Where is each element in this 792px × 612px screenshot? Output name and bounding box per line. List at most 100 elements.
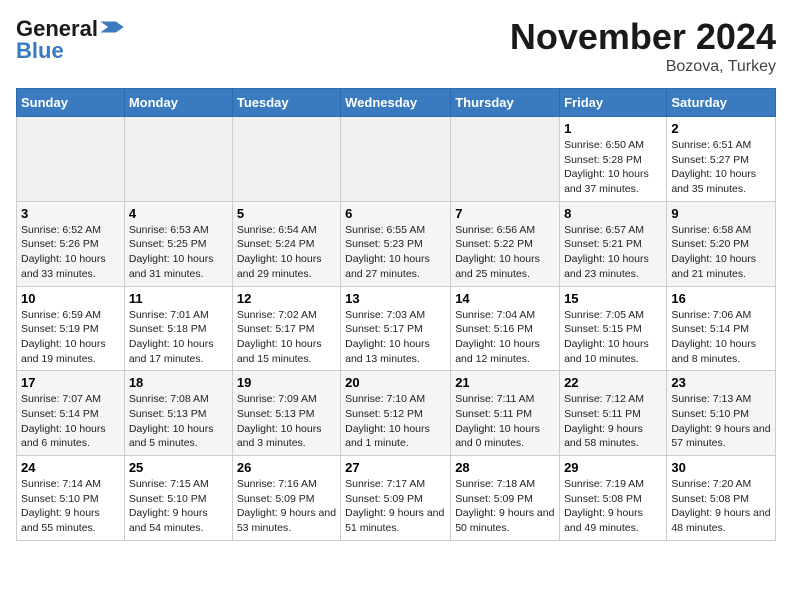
day-info: Sunrise: 6:53 AM Sunset: 5:25 PM Dayligh… <box>129 223 228 282</box>
calendar-cell: 11 Sunrise: 7:01 AM Sunset: 5:18 PM Dayli… <box>124 286 232 371</box>
day-number: 7 <box>455 206 555 221</box>
day-info: Sunrise: 6:57 AM Sunset: 5:21 PM Dayligh… <box>564 223 662 282</box>
day-number: 28 <box>455 460 555 475</box>
day-number: 17 <box>21 375 120 390</box>
calendar-header-sunday: Sunday <box>17 89 125 117</box>
calendar-cell: 24 Sunrise: 7:14 AM Sunset: 5:10 PM Dayli… <box>17 456 125 541</box>
day-number: 6 <box>345 206 446 221</box>
header: General Blue November 2024 Bozova, Turke… <box>16 16 776 76</box>
calendar-cell <box>341 117 451 202</box>
day-info: Sunrise: 6:56 AM Sunset: 5:22 PM Dayligh… <box>455 223 555 282</box>
day-info: Sunrise: 7:08 AM Sunset: 5:13 PM Dayligh… <box>129 392 228 451</box>
day-number: 26 <box>237 460 336 475</box>
title-section: November 2024 Bozova, Turkey <box>510 16 776 76</box>
day-number: 5 <box>237 206 336 221</box>
day-info: Sunrise: 7:05 AM Sunset: 5:15 PM Dayligh… <box>564 308 662 367</box>
calendar-cell: 14 Sunrise: 7:04 AM Sunset: 5:16 PM Dayli… <box>451 286 560 371</box>
calendar-cell: 9 Sunrise: 6:58 AM Sunset: 5:20 PM Daylig… <box>667 201 776 286</box>
calendar-cell <box>17 117 125 202</box>
day-info: Sunrise: 6:52 AM Sunset: 5:26 PM Dayligh… <box>21 223 120 282</box>
day-info: Sunrise: 7:19 AM Sunset: 5:08 PM Dayligh… <box>564 477 662 536</box>
calendar-cell: 2 Sunrise: 6:51 AM Sunset: 5:27 PM Daylig… <box>667 117 776 202</box>
logo-blue: Blue <box>16 38 64 64</box>
calendar-cell <box>232 117 340 202</box>
calendar-cell: 1 Sunrise: 6:50 AM Sunset: 5:28 PM Daylig… <box>560 117 667 202</box>
day-info: Sunrise: 6:55 AM Sunset: 5:23 PM Dayligh… <box>345 223 446 282</box>
calendar-table: SundayMondayTuesdayWednesdayThursdayFrid… <box>16 88 776 541</box>
day-number: 9 <box>671 206 771 221</box>
day-info: Sunrise: 6:51 AM Sunset: 5:27 PM Dayligh… <box>671 138 771 197</box>
calendar-week-row: 1 Sunrise: 6:50 AM Sunset: 5:28 PM Daylig… <box>17 117 776 202</box>
day-number: 25 <box>129 460 228 475</box>
calendar-cell: 28 Sunrise: 7:18 AM Sunset: 5:09 PM Dayli… <box>451 456 560 541</box>
day-info: Sunrise: 7:13 AM Sunset: 5:10 PM Dayligh… <box>671 392 771 451</box>
calendar-cell: 4 Sunrise: 6:53 AM Sunset: 5:25 PM Daylig… <box>124 201 232 286</box>
location: Bozova, Turkey <box>510 58 776 76</box>
day-number: 30 <box>671 460 771 475</box>
day-number: 3 <box>21 206 120 221</box>
day-number: 4 <box>129 206 228 221</box>
day-number: 21 <box>455 375 555 390</box>
day-info: Sunrise: 7:04 AM Sunset: 5:16 PM Dayligh… <box>455 308 555 367</box>
day-number: 22 <box>564 375 662 390</box>
logo: General Blue <box>16 16 124 64</box>
calendar-cell: 27Sunrise: 7:17 AM Sunset: 5:09 PM Dayli… <box>341 456 451 541</box>
day-number: 27 <box>345 460 446 475</box>
day-number: 15 <box>564 291 662 306</box>
month-title: November 2024 <box>510 16 776 58</box>
calendar-cell: 12Sunrise: 7:02 AM Sunset: 5:17 PM Dayli… <box>232 286 340 371</box>
day-number: 18 <box>129 375 228 390</box>
day-number: 12 <box>237 291 336 306</box>
day-info: Sunrise: 7:15 AM Sunset: 5:10 PM Dayligh… <box>129 477 228 536</box>
day-info: Sunrise: 6:59 AM Sunset: 5:19 PM Dayligh… <box>21 308 120 367</box>
day-info: Sunrise: 6:50 AM Sunset: 5:28 PM Dayligh… <box>564 138 662 197</box>
calendar-week-row: 3 Sunrise: 6:52 AM Sunset: 5:26 PM Daylig… <box>17 201 776 286</box>
logo-arrow-icon <box>100 20 124 34</box>
calendar-cell: 26 Sunrise: 7:16 AM Sunset: 5:09 PM Dayli… <box>232 456 340 541</box>
day-info: Sunrise: 7:03 AM Sunset: 5:17 PM Dayligh… <box>345 308 446 367</box>
day-number: 14 <box>455 291 555 306</box>
day-info: Sunrise: 7:01 AM Sunset: 5:18 PM Dayligh… <box>129 308 228 367</box>
calendar-cell: 10 Sunrise: 6:59 AM Sunset: 5:19 PM Dayli… <box>17 286 125 371</box>
calendar-header-thursday: Thursday <box>451 89 560 117</box>
day-info: Sunrise: 7:18 AM Sunset: 5:09 PM Dayligh… <box>455 477 555 536</box>
day-info: Sunrise: 7:10 AM Sunset: 5:12 PM Dayligh… <box>345 392 446 451</box>
calendar-week-row: 24 Sunrise: 7:14 AM Sunset: 5:10 PM Dayli… <box>17 456 776 541</box>
calendar-cell: 20Sunrise: 7:10 AM Sunset: 5:12 PM Dayli… <box>341 371 451 456</box>
day-number: 11 <box>129 291 228 306</box>
day-info: Sunrise: 7:16 AM Sunset: 5:09 PM Dayligh… <box>237 477 336 536</box>
day-number: 8 <box>564 206 662 221</box>
calendar-header-wednesday: Wednesday <box>341 89 451 117</box>
calendar-header-tuesday: Tuesday <box>232 89 340 117</box>
calendar-cell <box>124 117 232 202</box>
day-number: 24 <box>21 460 120 475</box>
calendar-cell: 19 Sunrise: 7:09 AM Sunset: 5:13 PM Dayli… <box>232 371 340 456</box>
day-number: 16 <box>671 291 771 306</box>
day-info: Sunrise: 7:20 AM Sunset: 5:08 PM Dayligh… <box>671 477 771 536</box>
calendar-week-row: 17 Sunrise: 7:07 AM Sunset: 5:14 PM Dayli… <box>17 371 776 456</box>
day-info: Sunrise: 7:07 AM Sunset: 5:14 PM Dayligh… <box>21 392 120 451</box>
day-number: 13 <box>345 291 446 306</box>
calendar-cell <box>451 117 560 202</box>
calendar-header-monday: Monday <box>124 89 232 117</box>
day-number: 1 <box>564 121 662 136</box>
calendar-cell: 8 Sunrise: 6:57 AM Sunset: 5:21 PM Daylig… <box>560 201 667 286</box>
day-info: Sunrise: 7:09 AM Sunset: 5:13 PM Dayligh… <box>237 392 336 451</box>
day-info: Sunrise: 7:12 AM Sunset: 5:11 PM Dayligh… <box>564 392 662 451</box>
calendar-cell: 6 Sunrise: 6:55 AM Sunset: 5:23 PM Daylig… <box>341 201 451 286</box>
calendar-header-row: SundayMondayTuesdayWednesdayThursdayFrid… <box>17 89 776 117</box>
day-info: Sunrise: 6:58 AM Sunset: 5:20 PM Dayligh… <box>671 223 771 282</box>
day-number: 19 <box>237 375 336 390</box>
calendar-cell: 29Sunrise: 7:19 AM Sunset: 5:08 PM Dayli… <box>560 456 667 541</box>
calendar-header-saturday: Saturday <box>667 89 776 117</box>
calendar-cell: 3 Sunrise: 6:52 AM Sunset: 5:26 PM Daylig… <box>17 201 125 286</box>
calendar-cell: 18 Sunrise: 7:08 AM Sunset: 5:13 PM Dayli… <box>124 371 232 456</box>
day-info: Sunrise: 7:14 AM Sunset: 5:10 PM Dayligh… <box>21 477 120 536</box>
calendar-cell: 5 Sunrise: 6:54 AM Sunset: 5:24 PM Daylig… <box>232 201 340 286</box>
calendar-cell: 15 Sunrise: 7:05 AM Sunset: 5:15 PM Dayli… <box>560 286 667 371</box>
calendar-week-row: 10 Sunrise: 6:59 AM Sunset: 5:19 PM Dayli… <box>17 286 776 371</box>
day-number: 10 <box>21 291 120 306</box>
day-number: 2 <box>671 121 771 136</box>
calendar-cell: 25 Sunrise: 7:15 AM Sunset: 5:10 PM Dayli… <box>124 456 232 541</box>
day-info: Sunrise: 6:54 AM Sunset: 5:24 PM Dayligh… <box>237 223 336 282</box>
